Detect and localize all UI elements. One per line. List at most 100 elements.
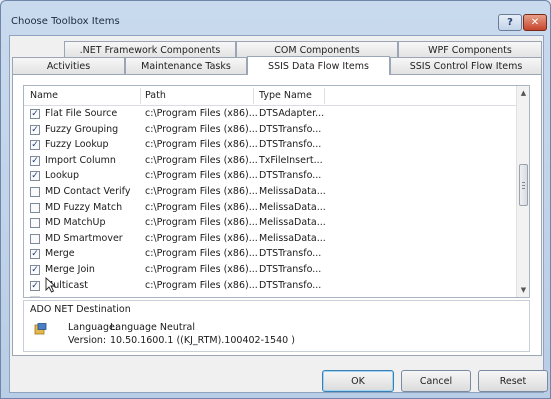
item-type-name: DTSTransfo...: [259, 279, 322, 291]
scroll-down-arrow-icon[interactable]: ▼: [518, 284, 529, 296]
list-item[interactable]: ✓ Fuzzy Grouping c:\Program Files (x86).…: [24, 123, 517, 139]
list-vertical-scrollbar[interactable]: ▲ ▼: [516, 86, 529, 297]
item-path: c:\Program Files (x86)...: [145, 139, 258, 151]
list-item[interactable]: ✓ Fuzzy Lookup c:\Program Files (x86)...…: [24, 138, 517, 154]
item-type-name: MelissaData...: [259, 201, 326, 213]
item-checkbox[interactable]: ✓: [30, 264, 40, 275]
item-checkbox[interactable]: ✓: [30, 109, 40, 119]
mouse-cursor-icon: [45, 277, 57, 293]
list-header: Name Path Type Name: [24, 86, 517, 106]
item-path: c:\Program Files (x86)...: [145, 248, 258, 260]
item-checkbox[interactable]: ✓: [30, 280, 40, 291]
item-checkbox[interactable]: [30, 202, 40, 213]
item-details-panel: ADO NET Destination Language: Language N…: [23, 300, 530, 352]
item-name: MD Fuzzy Match: [45, 201, 123, 213]
item-type-name: DTSTransfo...: [259, 139, 322, 151]
column-header-type-name[interactable]: Type Name: [259, 90, 312, 101]
scroll-grip: [522, 188, 525, 189]
item-type-name: MelissaData...: [259, 217, 326, 229]
item-name: MD MatchUp: [45, 217, 106, 229]
list-item[interactable]: ✓ Multicast c:\Program Files (x86)... DT…: [24, 279, 517, 295]
tab-activities[interactable]: Activities: [12, 57, 125, 74]
reset-button[interactable]: Reset: [478, 370, 548, 392]
item-type-name: DTSTransfo...: [259, 170, 322, 182]
item-path: c:\Program Files (x86)...: [145, 263, 258, 275]
language-value: Language Neutral: [110, 322, 195, 333]
list-item[interactable]: MD Smartmover c:\Program Files (x86)... …: [24, 232, 517, 248]
title-bar[interactable]: Choose Toolbox Items ? ✕: [1, 1, 550, 31]
tab-panel: Name Path Type Name ✓ Flat File Source c…: [12, 74, 542, 356]
column-separator[interactable]: [324, 88, 325, 104]
item-checkbox[interactable]: ✓: [30, 171, 40, 182]
list-item[interactable]: ✓ Merge Join c:\Program Files (x86)... D…: [24, 263, 517, 279]
tab-row-2: Activities Maintenance Tasks SSIS Data F…: [12, 56, 542, 75]
item-name: Merge Join: [45, 263, 95, 275]
item-checkbox[interactable]: [30, 296, 40, 297]
item-type-name: DTSTransfo...: [259, 123, 322, 135]
list-item-cut-off[interactable]: [24, 294, 517, 297]
scroll-up-arrow-icon[interactable]: ▲: [518, 87, 529, 99]
close-button[interactable]: ✕: [523, 14, 547, 31]
scroll-grip: [522, 185, 525, 186]
item-name: Import Column: [45, 154, 116, 166]
list-item[interactable]: MD MatchUp c:\Program Files (x86)... Mel…: [24, 216, 517, 232]
help-button[interactable]: ?: [498, 14, 522, 31]
item-name: Merge: [45, 248, 75, 260]
item-checkbox[interactable]: [30, 186, 40, 197]
item-path: c:\Program Files (x86)...: [145, 170, 258, 182]
item-path: c:\Program Files (x86)...: [145, 217, 258, 229]
column-header-path[interactable]: Path: [145, 90, 166, 101]
item-path: c:\Program Files (x86)...: [145, 185, 258, 197]
tab-maintenance-tasks[interactable]: Maintenance Tasks: [125, 57, 247, 74]
component-icon: [34, 323, 47, 335]
item-type-name: DTSAdapter...: [259, 108, 325, 119]
list-item[interactable]: MD Fuzzy Match c:\Program Files (x86)...…: [24, 201, 517, 217]
tab-wpf-components[interactable]: WPF Components: [398, 41, 542, 58]
item-checkbox[interactable]: ✓: [30, 249, 40, 260]
choose-toolbox-items-dialog: Choose Toolbox Items ? ✕ .NET Framework …: [0, 0, 551, 399]
list-item[interactable]: ✓ Merge c:\Program Files (x86)... DTSTra…: [24, 247, 517, 263]
version-label: Version:: [68, 335, 107, 346]
item-checkbox[interactable]: ✓: [30, 140, 40, 151]
tab-net-framework-components[interactable]: .NET Framework Components: [64, 41, 236, 58]
toolbox-items-list[interactable]: Name Path Type Name ✓ Flat File Source c…: [23, 85, 530, 298]
scroll-thumb[interactable]: [519, 164, 528, 206]
ok-button[interactable]: OK: [322, 370, 394, 392]
item-path: c:\Program Files (x86)...: [145, 232, 258, 244]
item-name: Fuzzy Grouping: [45, 123, 119, 135]
item-type-name: TxFileInsert...: [259, 154, 323, 166]
column-separator[interactable]: [253, 88, 254, 104]
list-rows: ✓ Flat File Source c:\Program Files (x86…: [24, 107, 517, 297]
list-item[interactable]: ✓ Lookup c:\Program Files (x86)... DTSTr…: [24, 169, 517, 185]
item-path: c:\Program Files (x86)...: [145, 201, 258, 213]
window-title: Choose Toolbox Items: [11, 16, 120, 27]
item-name: MD Smartmover: [45, 232, 123, 244]
item-name: Fuzzy Lookup: [45, 139, 109, 151]
column-header-name[interactable]: Name: [30, 90, 58, 101]
item-path: c:\Program Files (x86)...: [145, 108, 258, 119]
list-item[interactable]: MD Contact Verify c:\Program Files (x86)…: [24, 185, 517, 201]
item-checkbox[interactable]: ✓: [30, 155, 40, 166]
item-path: c:\Program Files (x86)...: [145, 154, 258, 166]
list-item[interactable]: ✓ Import Column c:\Program Files (x86)..…: [24, 154, 517, 170]
item-type-name: MelissaData...: [259, 185, 326, 197]
item-type-name: MelissaData...: [259, 232, 326, 244]
dialog-client-area: .NET Framework Components COM Components…: [9, 35, 548, 393]
item-name: Flat File Source: [45, 108, 118, 119]
scroll-grip: [522, 182, 525, 183]
item-type-name: DTSTransfo...: [259, 263, 322, 275]
item-checkbox[interactable]: [30, 218, 40, 229]
item-name: MD Contact Verify: [45, 185, 131, 197]
item-path: c:\Program Files (x86)...: [145, 279, 258, 291]
version-value: 10.50.1600.1 ((KJ_RTM).100402-1540 ): [110, 335, 295, 346]
item-checkbox[interactable]: [30, 233, 40, 244]
column-separator[interactable]: [140, 88, 141, 104]
cancel-button[interactable]: Cancel: [401, 370, 471, 392]
item-checkbox[interactable]: ✓: [30, 124, 40, 135]
tab-ssis-control-flow-items[interactable]: SSIS Control Flow Items: [390, 57, 542, 74]
list-item[interactable]: ✓ Flat File Source c:\Program Files (x86…: [24, 107, 517, 123]
details-item-name: ADO NET Destination: [30, 304, 131, 315]
item-path: c:\Program Files (x86)...: [145, 123, 258, 135]
item-name: Lookup: [45, 170, 80, 182]
tab-ssis-data-flow-items[interactable]: SSIS Data Flow Items: [247, 56, 390, 75]
